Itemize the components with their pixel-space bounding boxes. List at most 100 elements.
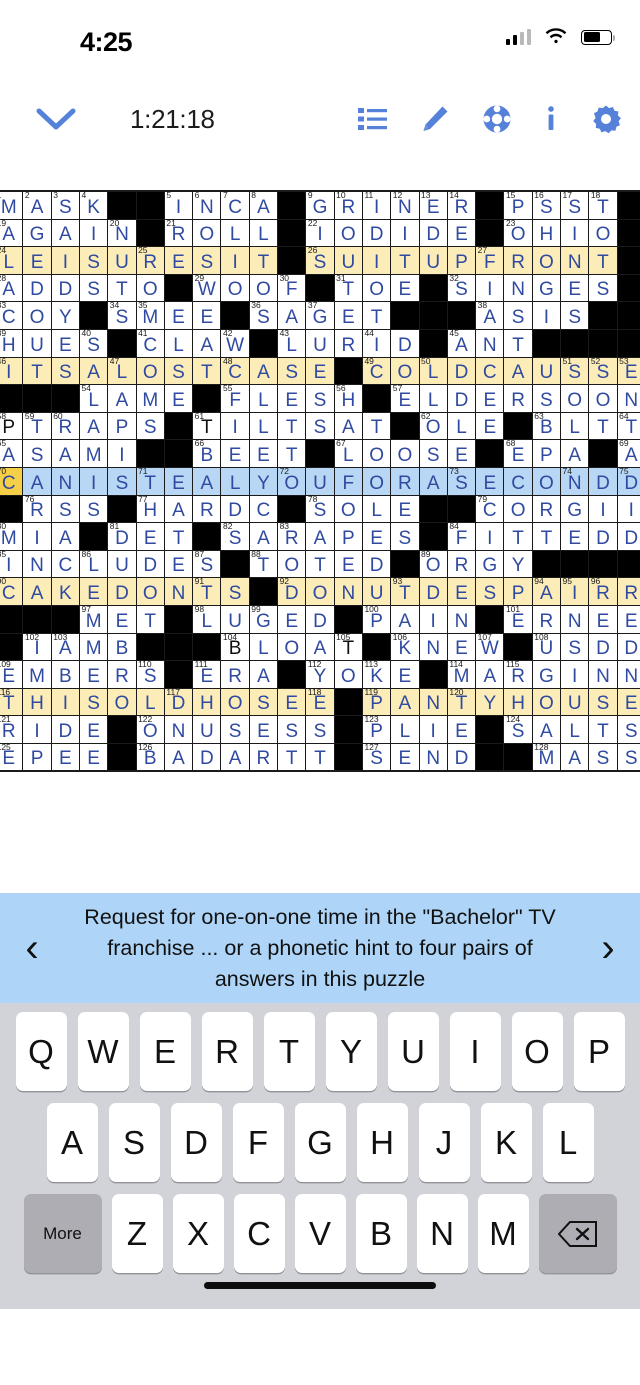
key-w[interactable]: W <box>77 1012 129 1091</box>
grid-cell[interactable]: 73 S <box>447 466 476 495</box>
grid-cell[interactable]: R <box>447 550 476 578</box>
grid-cell[interactable]: 97 M <box>79 604 108 633</box>
grid-cell[interactable]: O <box>362 274 391 302</box>
grid-cell[interactable]: P <box>108 412 136 440</box>
key-k[interactable]: K <box>480 1103 532 1182</box>
grid-cell[interactable]: 79 C <box>476 494 504 523</box>
grid-cell[interactable]: 38 A <box>476 301 504 329</box>
grid-cell[interactable]: S <box>79 688 108 716</box>
grid-cell[interactable]: 34 S <box>108 301 136 329</box>
grid-cell[interactable]: E <box>589 605 617 633</box>
grid-cell[interactable]: M <box>23 661 51 688</box>
grid-cell[interactable]: E <box>278 688 306 716</box>
grid-cell[interactable]: N <box>164 578 193 605</box>
grid-cell[interactable]: L <box>561 412 589 440</box>
grid-cell[interactable]: 107 W <box>476 632 504 661</box>
grid-cell[interactable]: A <box>278 302 306 329</box>
grid-cell[interactable]: 86 L <box>79 549 108 578</box>
grid-cell[interactable]: 94 A <box>532 577 561 605</box>
grid-cell[interactable]: 6N <box>193 191 221 219</box>
grid-cell[interactable]: 33C <box>0 301 23 329</box>
grid-cell[interactable]: N <box>164 716 193 743</box>
grid-cell[interactable]: G <box>23 219 51 247</box>
grid-cell[interactable]: T <box>278 440 306 467</box>
grid-cell[interactable]: 72 O <box>278 466 306 495</box>
grid-cell[interactable]: E <box>334 302 362 329</box>
grid-cell[interactable]: R <box>504 385 532 412</box>
grid-cell[interactable]: S <box>23 440 51 467</box>
grid-cell[interactable]: 4K <box>79 191 108 219</box>
grid-cell[interactable]: E <box>278 385 306 412</box>
grid-cell[interactable]: G <box>532 274 561 302</box>
key-o[interactable]: O <box>511 1012 563 1091</box>
grid-cell[interactable]: T <box>278 743 306 771</box>
grid-cell[interactable]: I <box>108 440 136 467</box>
grid-cell[interactable]: R <box>532 605 561 633</box>
grid-cell[interactable]: I <box>561 219 589 247</box>
grid-cell[interactable]: U <box>108 247 136 274</box>
grid-cell[interactable]: 30 F <box>278 273 306 302</box>
grid-cell[interactable]: S <box>532 385 561 412</box>
grid-cell[interactable]: E <box>617 688 640 716</box>
key-d[interactable]: D <box>170 1103 222 1182</box>
grid-cell[interactable]: N <box>447 605 476 633</box>
grid-cell[interactable]: I <box>476 274 504 302</box>
grid-cell[interactable]: T <box>108 274 136 302</box>
grid-cell[interactable]: E <box>164 385 193 412</box>
grid-cell[interactable]: O <box>23 302 51 329</box>
grid-cell[interactable]: 108 U <box>532 632 561 661</box>
key-i[interactable]: I <box>449 1012 501 1091</box>
grid-cell[interactable]: I <box>23 716 51 743</box>
grid-cell[interactable]: 40 S <box>79 328 108 357</box>
grid-cell[interactable]: I <box>532 302 561 329</box>
grid-cell[interactable]: 102 I <box>23 632 51 661</box>
key-c[interactable]: C <box>233 1194 285 1273</box>
grid-cell[interactable]: 31 T <box>334 273 362 302</box>
grid-cell[interactable]: D <box>589 633 617 661</box>
grid-cell[interactable]: N <box>419 633 447 661</box>
grid-cell[interactable]: 122 O <box>136 715 164 743</box>
key-b[interactable]: B <box>355 1194 407 1273</box>
grid-cell[interactable]: 8A <box>249 191 278 219</box>
previous-clue-button[interactable]: ‹ <box>0 928 64 968</box>
grid-cell[interactable]: 19A <box>0 218 23 247</box>
grid-cell[interactable]: 45 A <box>447 328 476 357</box>
grid-cell[interactable]: 18 T <box>589 191 617 219</box>
grid-cell[interactable]: E <box>391 661 419 688</box>
grid-cell[interactable]: E <box>164 247 193 274</box>
grid-cell[interactable]: 125E <box>0 742 23 771</box>
grid-cell[interactable]: O <box>193 219 221 247</box>
grid-cell[interactable]: A <box>193 329 221 357</box>
grid-cell[interactable]: S <box>504 302 532 329</box>
grid-cell[interactable]: D <box>447 357 476 385</box>
more-key[interactable]: More <box>23 1194 102 1273</box>
grid-cell[interactable]: 75 D <box>617 466 640 495</box>
grid-cell[interactable]: T <box>164 523 193 550</box>
life-ring-icon[interactable] <box>482 104 512 134</box>
key-v[interactable]: V <box>294 1194 346 1273</box>
grid-cell[interactable]: E <box>193 302 221 329</box>
grid-cell[interactable]: 95 I <box>561 577 589 605</box>
grid-cell[interactable]: D <box>589 523 617 550</box>
grid-cell[interactable]: 123 P <box>362 715 391 743</box>
grid-cell[interactable]: E <box>164 550 193 578</box>
grid-cell[interactable]: E <box>136 523 164 550</box>
grid-cell[interactable]: R <box>334 329 362 357</box>
grid-cell[interactable]: L <box>249 385 278 412</box>
grid-cell[interactable]: U <box>108 550 136 578</box>
grid-cell[interactable]: E <box>476 467 504 495</box>
key-m[interactable]: M <box>477 1194 529 1273</box>
grid-cell[interactable]: A <box>164 743 193 771</box>
grid-cell[interactable]: Y <box>504 550 532 578</box>
grid-cell[interactable]: N <box>561 247 589 274</box>
grid-cell[interactable]: 53 E <box>617 356 640 385</box>
grid-cell[interactable]: 87 S <box>193 549 221 578</box>
grid-cell[interactable]: 24L <box>0 246 23 274</box>
grid-cell[interactable]: 36 S <box>249 301 278 329</box>
grid-cell[interactable]: 110 S <box>136 660 164 688</box>
grid-cell[interactable]: 78 S <box>306 494 334 523</box>
grid-cell[interactable]: 20 N <box>108 218 136 247</box>
grid-cell[interactable]: L <box>164 329 193 357</box>
grid-cell[interactable]: I <box>79 219 108 247</box>
grid-cell[interactable]: C <box>504 467 532 495</box>
